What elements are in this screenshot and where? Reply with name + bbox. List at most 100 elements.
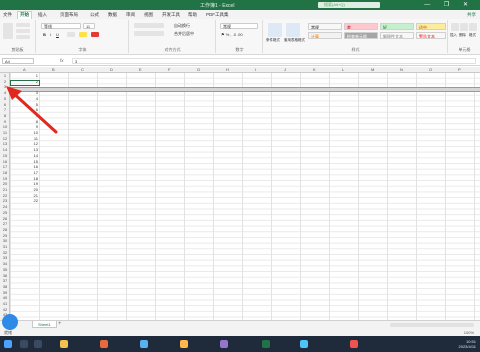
- app-icon-browser[interactable]: [100, 340, 108, 348]
- cell-a[interactable]: 13: [24, 147, 38, 152]
- column-header[interactable]: A: [23, 67, 26, 72]
- selected-row-highlight[interactable]: [10, 87, 480, 92]
- italic-button[interactable]: I: [50, 32, 51, 37]
- row-header[interactable]: 32: [0, 250, 10, 255]
- row-header[interactable]: 25: [0, 210, 10, 215]
- style-neutral[interactable]: 适中: [416, 23, 446, 30]
- merge-center-button[interactable]: 合并后居中: [174, 31, 194, 37]
- window-controls[interactable]: — ❐ ✕: [424, 1, 474, 8]
- column-header[interactable]: I: [255, 67, 256, 72]
- start-icon[interactable]: [4, 340, 12, 348]
- row-header[interactable]: 27: [0, 221, 10, 226]
- task-view-icon[interactable]: [34, 340, 42, 348]
- app-icon-1[interactable]: [140, 340, 148, 348]
- tab-data[interactable]: 数据: [108, 12, 117, 18]
- row-header[interactable]: 23: [0, 198, 10, 203]
- column-header[interactable]: J: [284, 67, 286, 72]
- cell-a[interactable]: 18: [24, 176, 38, 181]
- bold-button[interactable]: B: [43, 32, 46, 37]
- name-box[interactable]: A4: [2, 58, 34, 64]
- border-button[interactable]: [67, 32, 75, 37]
- style-warning[interactable]: 警告文本: [416, 32, 446, 39]
- row-header[interactable]: 38: [0, 284, 10, 289]
- font-color-button[interactable]: [91, 32, 99, 37]
- row-header[interactable]: 41: [0, 301, 10, 306]
- app-icon-excel[interactable]: [262, 340, 270, 348]
- column-header[interactable]: G: [197, 67, 200, 72]
- cell-a[interactable]: 17: [24, 170, 38, 175]
- style-calculation[interactable]: 计算: [308, 32, 342, 39]
- row-header[interactable]: 16: [0, 159, 10, 164]
- row-header[interactable]: 15: [0, 153, 10, 158]
- share-button[interactable]: 共享: [467, 12, 476, 18]
- system-clock[interactable]: 10:51 2023/4/11: [459, 339, 477, 349]
- style-bad[interactable]: 差: [344, 23, 378, 30]
- row-header[interactable]: 13: [0, 141, 10, 146]
- column-header[interactable]: H: [226, 67, 229, 72]
- row-header[interactable]: 24: [0, 204, 10, 209]
- delete-cells-button[interactable]: [460, 23, 468, 31]
- cell-a[interactable]: 21: [24, 193, 38, 198]
- row-header[interactable]: 40: [0, 295, 10, 300]
- font-name-select[interactable]: 等线: [41, 23, 81, 29]
- style-explanatory[interactable]: 解释性文本: [380, 32, 414, 39]
- row-header[interactable]: 17: [0, 164, 10, 169]
- cell-a[interactable]: 19: [24, 181, 38, 186]
- row-header[interactable]: 22: [0, 193, 10, 198]
- column-header[interactable]: B: [52, 67, 55, 72]
- tab-insert[interactable]: 插入: [38, 12, 47, 18]
- sheet-tab-sheet1[interactable]: Sheet1: [32, 321, 57, 328]
- tab-developer[interactable]: 开发工具: [162, 12, 180, 18]
- floating-assistant-icon[interactable]: [2, 314, 18, 330]
- row-header[interactable]: 1: [0, 73, 10, 78]
- fx-icon[interactable]: fx: [60, 58, 64, 63]
- paste-button[interactable]: [3, 23, 13, 39]
- tab-page-layout[interactable]: 页面布局: [60, 12, 78, 18]
- row-header[interactable]: 42: [0, 307, 10, 312]
- copy-button[interactable]: [16, 29, 30, 33]
- cell-a[interactable]: 12: [24, 141, 38, 146]
- style-check-cell[interactable]: 检查单元格: [344, 32, 378, 39]
- number-format-select[interactable]: 常规: [220, 23, 258, 29]
- cell-a[interactable]: 16: [24, 164, 38, 169]
- app-icon-2[interactable]: [180, 340, 188, 348]
- row-header[interactable]: 30: [0, 238, 10, 243]
- column-header[interactable]: D: [110, 67, 113, 72]
- font-size-select[interactable]: 11: [83, 23, 95, 29]
- column-header[interactable]: F: [168, 67, 170, 72]
- tab-formulas[interactable]: 公式: [90, 12, 99, 18]
- column-header[interactable]: L: [342, 67, 344, 72]
- formula-input[interactable]: 3: [72, 58, 476, 64]
- row-header[interactable]: 14: [0, 147, 10, 152]
- tab-view[interactable]: 视图: [144, 12, 153, 18]
- format-cells-button[interactable]: [469, 23, 477, 31]
- column-header[interactable]: K: [313, 67, 316, 72]
- wrap-text-button[interactable]: 自动换行: [174, 23, 190, 29]
- cell-a[interactable]: 15: [24, 159, 38, 164]
- row-header[interactable]: 35: [0, 267, 10, 272]
- table-format-button[interactable]: [286, 23, 300, 37]
- column-header[interactable]: E: [139, 67, 142, 72]
- row-header[interactable]: 18: [0, 170, 10, 175]
- underline-button[interactable]: U: [56, 32, 59, 37]
- column-header[interactable]: M: [371, 67, 374, 72]
- row-header[interactable]: 26: [0, 216, 10, 221]
- row-header[interactable]: 36: [0, 273, 10, 278]
- row-header[interactable]: 37: [0, 278, 10, 283]
- tab-review[interactable]: 审阅: [126, 12, 135, 18]
- tab-home[interactable]: 开始: [17, 11, 32, 19]
- app-icon-5[interactable]: [350, 340, 358, 348]
- add-sheet-button[interactable]: +: [58, 321, 62, 328]
- tab-help[interactable]: 帮助: [188, 12, 197, 18]
- align-horizontal-buttons[interactable]: [134, 31, 164, 36]
- row-header[interactable]: 20: [0, 181, 10, 186]
- column-header[interactable]: O: [429, 67, 432, 72]
- number-format-buttons[interactable]: ⚑ % , .0 .00: [221, 32, 243, 37]
- insert-cells-button[interactable]: [451, 23, 459, 31]
- search-icon[interactable]: [20, 340, 28, 348]
- tab-file[interactable]: 文件: [3, 12, 12, 18]
- column-header[interactable]: C: [81, 67, 84, 72]
- row-header[interactable]: 28: [0, 227, 10, 232]
- cut-button[interactable]: [16, 23, 30, 27]
- cell-a[interactable]: 14: [24, 153, 38, 158]
